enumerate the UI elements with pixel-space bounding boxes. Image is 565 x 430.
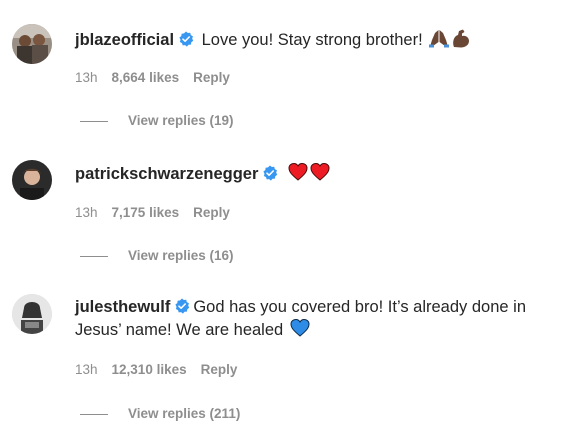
view-replies-button[interactable]: View replies (19) [80, 113, 234, 129]
verified-badge-icon [174, 298, 190, 314]
avatar[interactable] [12, 160, 52, 200]
divider-line [80, 413, 108, 415]
verified-badge-icon [262, 165, 278, 181]
likes-count[interactable]: 8,664 likes [112, 70, 180, 85]
view-replies-button[interactable]: View replies (16) [80, 248, 234, 264]
timestamp: 13h [75, 70, 98, 85]
red-heart-icon [310, 162, 330, 182]
timestamp: 13h [75, 362, 98, 377]
timestamp: 13h [75, 205, 98, 220]
view-replies-button[interactable]: View replies (211) [80, 406, 240, 422]
view-replies-label: View replies (16) [128, 248, 234, 263]
reply-button[interactable]: Reply [193, 205, 230, 220]
comment-body: patrickschwarzenegger [75, 162, 555, 185]
comment-meta: 13h 8,664 likes Reply [75, 70, 244, 86]
comment-text-line-1: God has you covered bro! It’s already do… [193, 298, 526, 316]
comment-text: Love you! Stay strong brother! [201, 31, 423, 49]
flexed-biceps-icon [451, 28, 471, 48]
reply-button[interactable]: Reply [201, 362, 238, 377]
avatar[interactable] [12, 294, 52, 334]
reply-button[interactable]: Reply [193, 70, 230, 85]
comment-meta: 13h 7,175 likes Reply [75, 205, 244, 221]
comment-body: jblazeofficial Love you! Stay strong bro… [75, 28, 555, 51]
likes-count[interactable]: 12,310 likes [112, 362, 187, 377]
username[interactable]: jblazeofficial [75, 31, 174, 49]
verified-badge-icon [178, 31, 194, 47]
username[interactable]: patrickschwarzenegger [75, 165, 258, 183]
avatar[interactable] [12, 24, 52, 64]
likes-count[interactable]: 7,175 likes [112, 205, 180, 220]
blue-heart-icon [290, 318, 310, 338]
red-heart-icon [288, 162, 308, 182]
divider-line [80, 120, 108, 122]
comment-meta: 13h 12,310 likes Reply [75, 362, 251, 378]
divider-line [80, 255, 108, 257]
folded-hands-icon [429, 28, 450, 48]
view-replies-label: View replies (211) [128, 406, 241, 421]
view-replies-label: View replies (19) [128, 113, 234, 128]
comment-body: julesthewulf God has you covered bro! It’… [75, 296, 555, 341]
username[interactable]: julesthewulf [75, 298, 170, 316]
comment-text-line-2: Jesus’ name! We are healed [75, 321, 284, 339]
